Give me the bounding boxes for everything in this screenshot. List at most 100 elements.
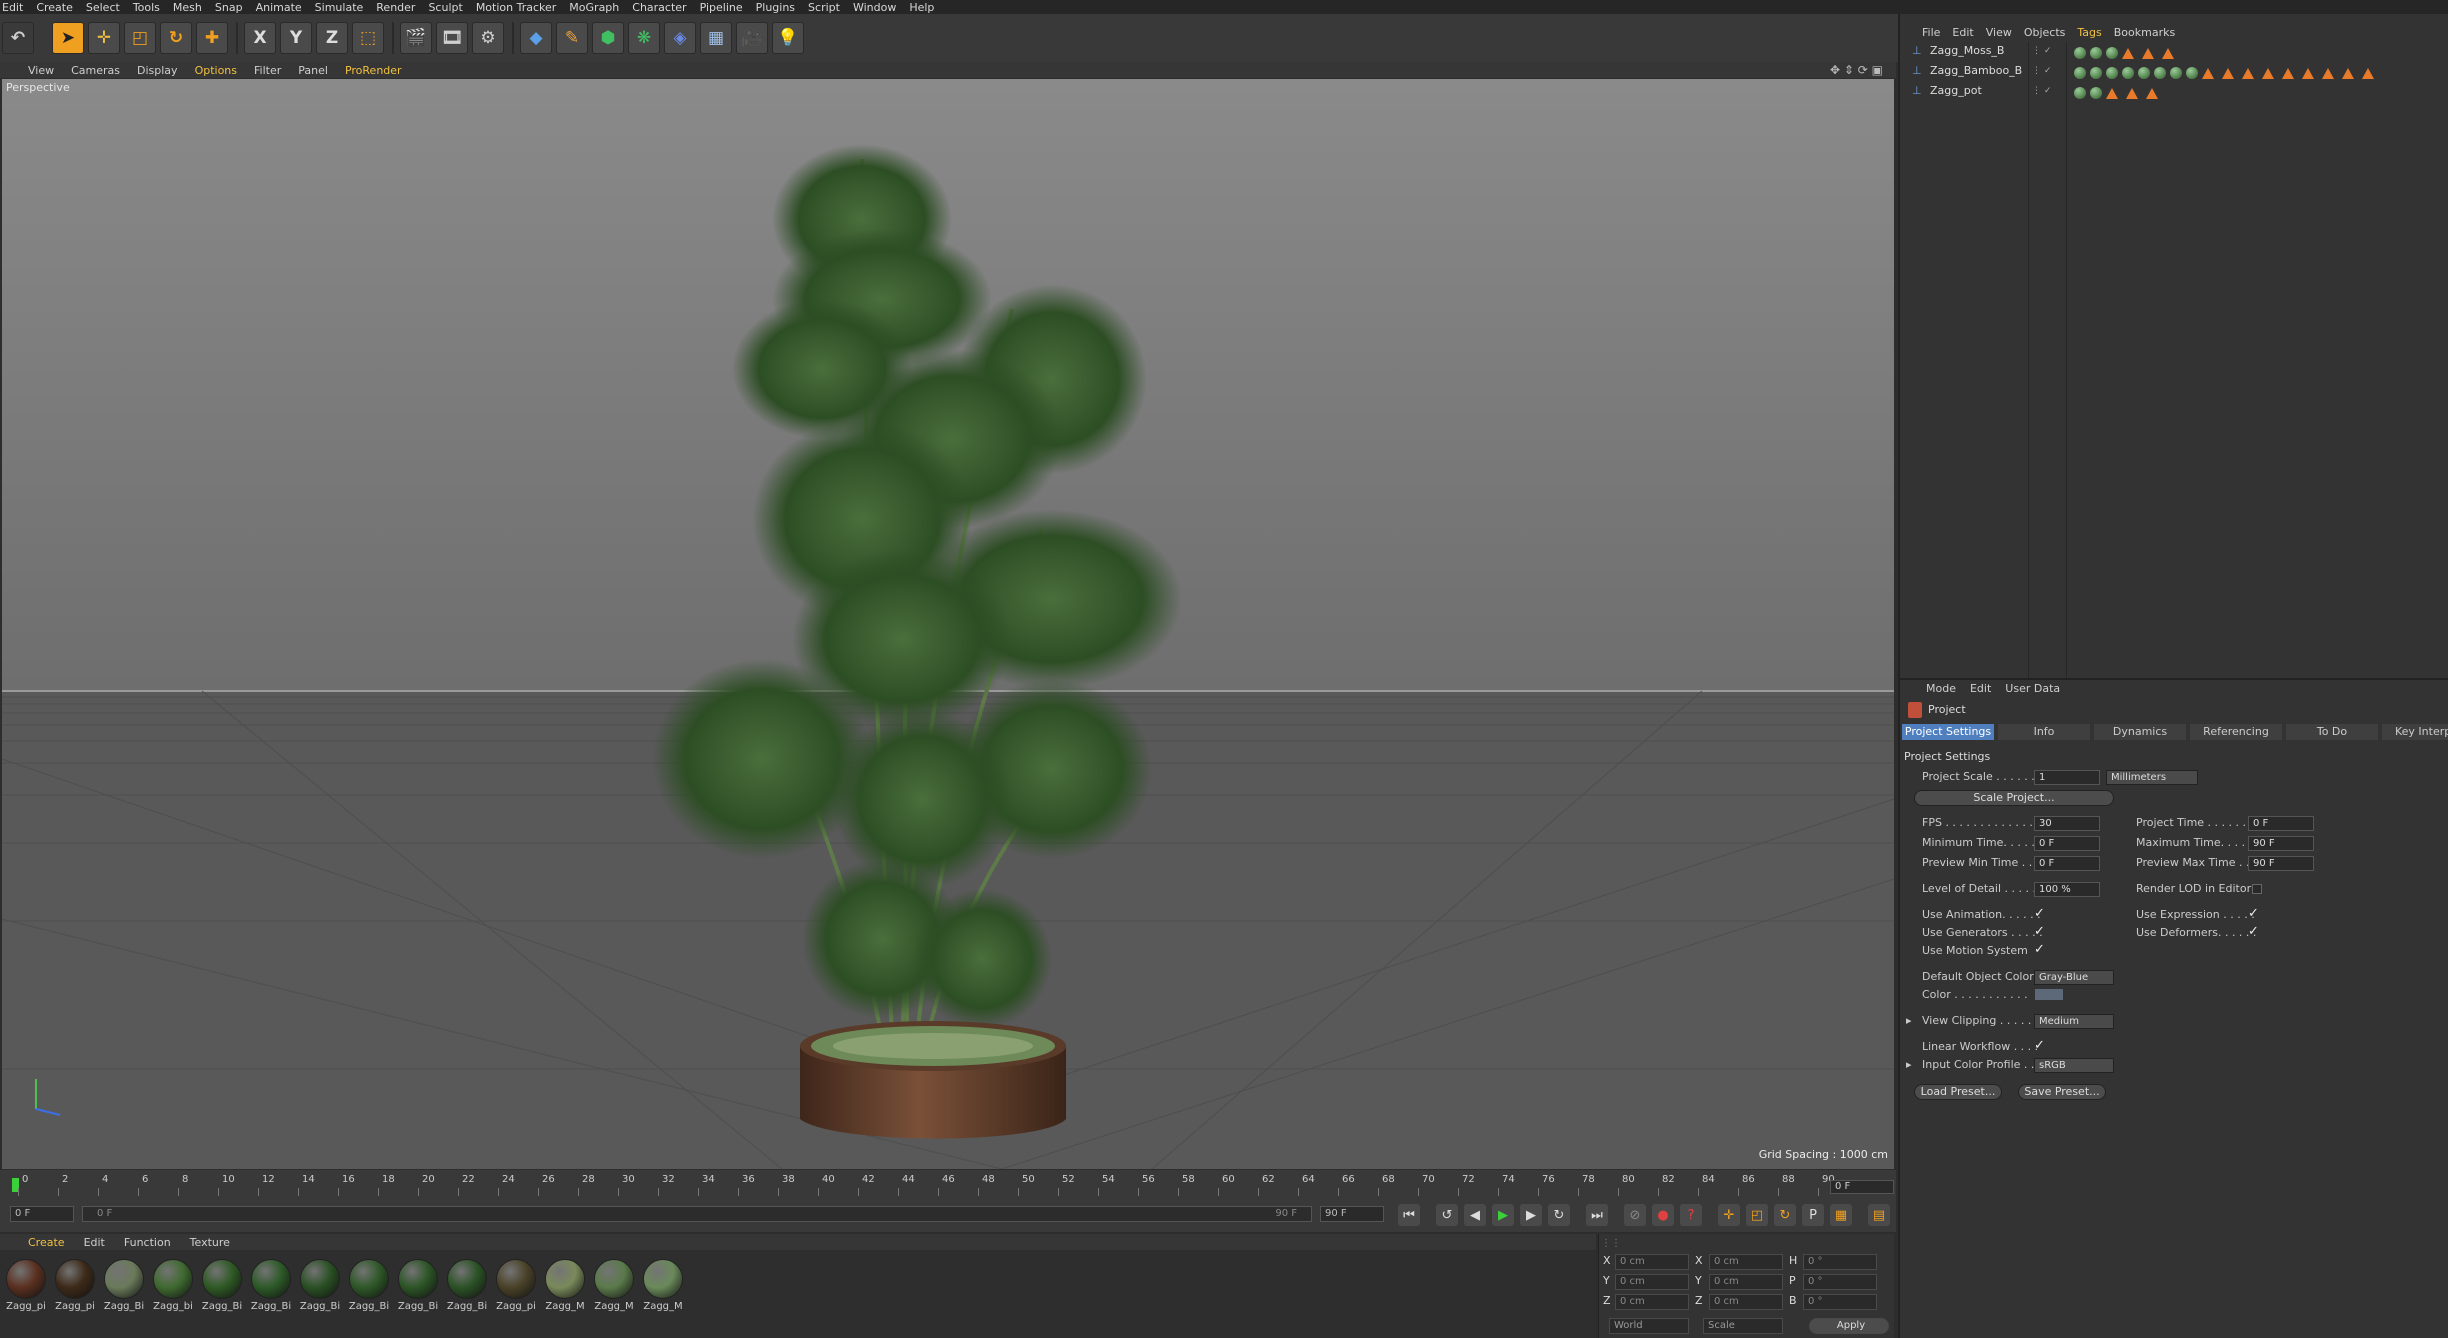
go-to-end-icon[interactable]: ⏭ <box>1586 1204 1608 1226</box>
rotate-tool-icon[interactable]: ↻ <box>160 22 192 54</box>
color-swatch[interactable] <box>2034 988 2064 1001</box>
coord-field-size[interactable]: 0 cm <box>1709 1254 1783 1270</box>
object-name[interactable]: Zagg_pot <box>1930 84 2018 97</box>
key-rotation-icon[interactable]: ↻ <box>1774 1204 1796 1226</box>
select-tool-icon[interactable]: ➤ <box>52 22 84 54</box>
range-slider[interactable]: 0 F 90 F <box>82 1206 1312 1222</box>
viewport-nav-icons[interactable]: ✥ ⇕ ⟳ ▣ <box>1830 63 1883 77</box>
tab-project-settings[interactable]: Project Settings <box>1902 724 1994 740</box>
prev-key-icon[interactable]: ↺ <box>1436 1204 1458 1226</box>
keyframe-selection-icon[interactable]: ? <box>1680 1204 1702 1226</box>
objmgr-menu-edit[interactable]: Edit <box>1952 26 1973 39</box>
input-profile-dropdown[interactable]: sRGB <box>2034 1058 2114 1073</box>
tab-to-do[interactable]: To Do <box>2286 724 2378 740</box>
move-tool-icon[interactable]: ✛ <box>88 22 120 54</box>
warning-tag-icon[interactable] <box>2322 67 2334 79</box>
visibility-dots-icon[interactable]: ⋮ ✓ <box>2032 66 2051 76</box>
material-swatch[interactable]: Zagg_bi <box>151 1259 195 1319</box>
key-param-icon[interactable]: P <box>1802 1204 1824 1226</box>
material-swatch[interactable]: Zagg_M <box>592 1259 636 1319</box>
material-swatch[interactable]: Zagg_M <box>543 1259 587 1319</box>
object-name[interactable]: Zagg_Moss_B <box>1930 44 2018 57</box>
preview-max-field[interactable]: 90 F <box>2248 856 2314 871</box>
material-swatch[interactable]: Zagg_Bi <box>249 1259 293 1319</box>
deformer-icon[interactable]: ◈ <box>664 22 696 54</box>
material-swatch[interactable]: Zagg_Bi <box>298 1259 342 1319</box>
menu-select[interactable]: Select <box>86 1 120 14</box>
material-tag-icon[interactable] <box>2074 87 2086 99</box>
warning-tag-icon[interactable] <box>2342 67 2354 79</box>
tab-dynamics[interactable]: Dynamics <box>2094 724 2186 740</box>
material-tag-icon[interactable] <box>2090 67 2102 79</box>
use-animation-checkbox[interactable]: ✓ <box>2034 906 2045 921</box>
menu-character[interactable]: Character <box>632 1 686 14</box>
menu-render[interactable]: Render <box>376 1 415 14</box>
view-clipping-dropdown[interactable]: Medium <box>2034 1014 2114 1029</box>
tab-referencing[interactable]: Referencing <box>2190 724 2282 740</box>
material-tag-icon[interactable] <box>2154 67 2166 79</box>
objmgr-menu-objects[interactable]: Objects <box>2024 26 2066 39</box>
render-lod-checkbox[interactable] <box>2252 884 2262 894</box>
use-deformers-checkbox[interactable]: ✓ <box>2248 924 2259 939</box>
next-frame-icon[interactable]: ▶ <box>1520 1204 1542 1226</box>
min-time-field[interactable]: 0 F <box>2034 836 2100 851</box>
coord-field-size[interactable]: 0 cm <box>1709 1274 1783 1290</box>
warning-tag-icon[interactable] <box>2222 67 2234 79</box>
coord-field-rot[interactable]: 0 ° <box>1803 1274 1877 1290</box>
timeline-ruler[interactable]: 0 2 4 6 8 10 12 14 16 18 20 22 24 26 28 30 32 34 36 38 40 42 4… <box>8 1174 1835 1196</box>
default-color-dropdown[interactable]: Gray-Blue <box>2034 970 2114 985</box>
objmgr-menu-file[interactable]: File <box>1922 26 1940 39</box>
spline-pen-icon[interactable]: ✎ <box>556 22 588 54</box>
menu-create[interactable]: Create <box>36 1 73 14</box>
material-tag-icon[interactable] <box>2074 47 2086 59</box>
material-tag-icon[interactable] <box>2122 67 2134 79</box>
material-tag-icon[interactable] <box>2106 47 2118 59</box>
material-tag-icon[interactable] <box>2138 67 2150 79</box>
warning-tag-icon[interactable] <box>2146 87 2158 99</box>
material-swatch[interactable]: Zagg_M <box>641 1259 685 1319</box>
view-clipping-expander[interactable]: ▸ <box>1906 1014 1912 1027</box>
viewport-menu-prorender[interactable]: ProRender <box>345 64 402 77</box>
auto-key-icon[interactable]: ● <box>1652 1204 1674 1226</box>
coord-mode-dropdown[interactable]: Scale <box>1703 1318 1783 1334</box>
render-view-icon[interactable]: 🎬 <box>400 22 432 54</box>
apply-button[interactable]: Apply <box>1809 1318 1889 1334</box>
material-tag-icon[interactable] <box>2186 67 2198 79</box>
transform-tool-icon[interactable]: ✚ <box>196 22 228 54</box>
menu-sculpt[interactable]: Sculpt <box>428 1 462 14</box>
use-expression-checkbox[interactable]: ✓ <box>2248 906 2259 921</box>
light-icon[interactable]: 💡 <box>772 22 804 54</box>
warning-tag-icon[interactable] <box>2242 67 2254 79</box>
start-frame-field[interactable]: 0 F <box>10 1206 74 1222</box>
material-tag-icon[interactable] <box>2074 67 2086 79</box>
timeline[interactable]: 0 2 4 6 8 10 12 14 16 18 20 22 24 26 28 30 32 34 36 38 40 42 4… <box>0 1170 1896 1198</box>
viewport-menu-display[interactable]: Display <box>137 64 178 77</box>
coord-field-rot[interactable]: 0 ° <box>1803 1294 1877 1310</box>
material-swatch[interactable]: Zagg_Bi <box>200 1259 244 1319</box>
nurbs-icon[interactable]: ⬢ <box>592 22 624 54</box>
prev-frame-icon[interactable]: ◀ <box>1464 1204 1486 1226</box>
menu-plugins[interactable]: Plugins <box>756 1 795 14</box>
input-profile-expander[interactable]: ▸ <box>1906 1058 1912 1071</box>
lod-field[interactable]: 100 % <box>2034 882 2100 897</box>
save-preset-button[interactable]: Save Preset... <box>2018 1084 2106 1100</box>
material-swatch[interactable]: Zagg_Bi <box>347 1259 391 1319</box>
key-scale-icon[interactable]: ◰ <box>1746 1204 1768 1226</box>
coord-field-pos[interactable]: 0 cm <box>1615 1254 1689 1270</box>
undo-icon[interactable]: ↶ <box>2 22 34 54</box>
warning-tag-icon[interactable] <box>2142 47 2154 59</box>
attrmgr-menu-mode[interactable]: Mode <box>1926 682 1956 695</box>
objmgr-menu-tags[interactable]: Tags <box>2077 26 2101 39</box>
warning-tag-icon[interactable] <box>2106 87 2118 99</box>
material-menu-create[interactable]: Create <box>28 1236 65 1249</box>
objmgr-menu-bookmarks[interactable]: Bookmarks <box>2114 26 2175 39</box>
visibility-dots-icon[interactable]: ⋮ ✓ <box>2032 46 2051 56</box>
floor-icon[interactable]: ▦ <box>700 22 732 54</box>
material-swatch[interactable]: Zagg_pi <box>4 1259 48 1319</box>
warning-tag-icon[interactable] <box>2362 67 2374 79</box>
warning-tag-icon[interactable] <box>2302 67 2314 79</box>
menu-animate[interactable]: Animate <box>256 1 302 14</box>
viewport-menu-cameras[interactable]: Cameras <box>71 64 120 77</box>
material-menu-function[interactable]: Function <box>124 1236 171 1249</box>
viewport-menu-filter[interactable]: Filter <box>254 64 281 77</box>
